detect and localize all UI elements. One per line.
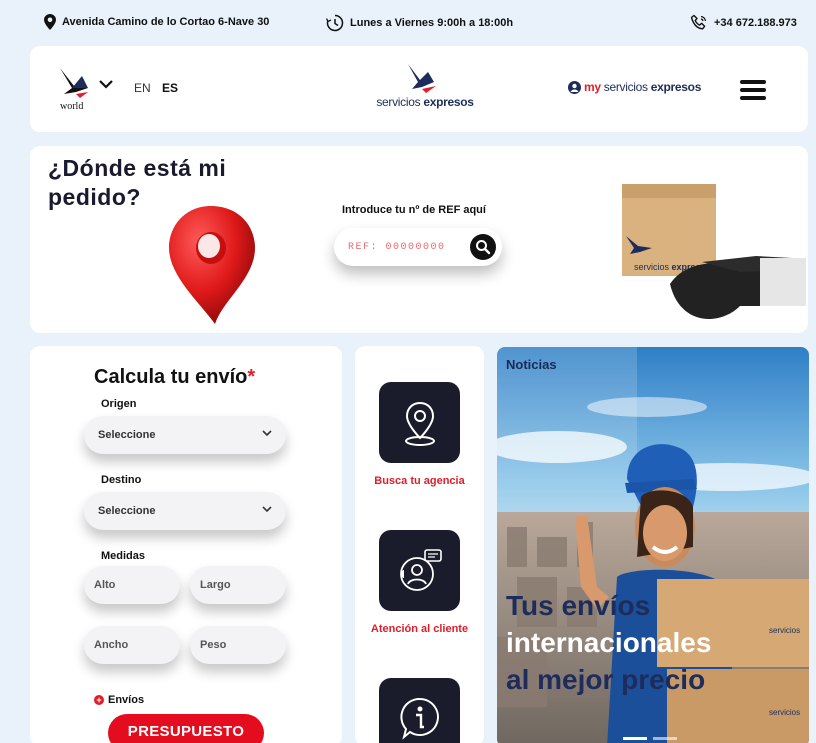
origin-select-value: Seleccione <box>98 429 156 441</box>
phone-text: +34 672.188.973 <box>714 17 797 29</box>
lang-en-link[interactable]: EN <box>134 81 151 95</box>
weight-input[interactable]: Peso <box>190 626 286 664</box>
news-label: Noticias <box>506 357 557 372</box>
phone-icon <box>690 14 707 30</box>
site-header: world EN ES servicios expresos my servic… <box>30 46 808 132</box>
clock-icon <box>326 14 344 32</box>
origin-label: Origen <box>101 398 137 410</box>
height-input[interactable]: Alto <box>84 566 180 604</box>
search-icon <box>476 240 491 255</box>
bird-logo-icon <box>60 68 88 98</box>
headline-line-1: Tus envíos <box>506 590 651 621</box>
my-prefix-text: my <box>584 80 601 94</box>
location-pin-icon <box>404 401 435 446</box>
shipments-toggle[interactable]: + Envíos <box>94 694 144 706</box>
info-icon <box>399 697 439 740</box>
calculator-title-text: Calcula tu envío <box>94 366 248 388</box>
headline-line-3: al mejor precio <box>506 664 706 695</box>
my-brand-text: servicios expresos <box>603 80 702 94</box>
info-button[interactable] <box>379 678 460 743</box>
my-account-link[interactable]: my servicios expresos <box>568 80 701 94</box>
required-mark: * <box>247 366 256 388</box>
shipping-calculator: Calcula tu envío* Origen Seleccione Dest… <box>30 346 342 743</box>
ref-input[interactable] <box>348 238 466 256</box>
height-placeholder: Alto <box>94 579 116 591</box>
find-agency-label[interactable]: Busca tu agencia <box>355 474 484 488</box>
user-icon <box>568 80 581 94</box>
plus-icon: + <box>94 695 104 705</box>
chevron-down-icon[interactable] <box>98 78 114 90</box>
chevron-down-icon <box>262 430 272 437</box>
package-hands-image: servicios expresos <box>560 176 806 326</box>
news-carousel[interactable]: servicios servicios Noticias Tus envíos … <box>497 347 809 743</box>
services-panel: Busca tu agencia Atención al cliente <box>355 346 484 743</box>
hours-text: Lunes a Viernes 9:00h a 18:00h <box>350 17 514 29</box>
shipments-label: Envíos <box>108 694 145 706</box>
length-input[interactable]: Largo <box>190 566 286 604</box>
hamburger-menu-icon[interactable] <box>740 80 766 100</box>
origin-select[interactable]: Seleccione <box>84 416 286 454</box>
brand-bold-text: expresos <box>423 95 474 109</box>
world-logo[interactable]: world <box>58 64 92 114</box>
address-info: Avenida Camino de lo Cortao 6-Nave 30 <box>44 14 269 30</box>
carousel-dot[interactable] <box>653 737 677 740</box>
headline-line-2: internacionales <box>506 627 712 658</box>
find-agency-button[interactable] <box>379 382 460 463</box>
hours-info: Lunes a Viernes 9:00h a 18:00h <box>326 14 513 32</box>
ref-search-box <box>334 228 502 266</box>
carousel-indicators <box>623 737 677 740</box>
order-tracking-panel: ¿Dónde está mi pedido? Introduce tu nº d… <box>30 146 808 333</box>
destination-select-value: Seleccione <box>98 505 156 517</box>
customer-service-label[interactable]: Atención al cliente <box>355 622 484 636</box>
width-input[interactable]: Ancho <box>84 626 180 664</box>
search-button[interactable] <box>470 234 496 260</box>
address-text: Avenida Camino de lo Cortao 6-Nave 30 <box>62 16 270 28</box>
my-brand-light: servicios <box>603 80 651 94</box>
my-brand-bold: expresos <box>650 80 702 94</box>
phone-info[interactable]: +34 672.188.973 <box>690 14 797 32</box>
top-info-bar: Avenida Camino de lo Cortao 6-Nave 30 Lu… <box>0 0 816 46</box>
chevron-down-icon <box>262 506 272 513</box>
quote-button[interactable]: PRESUPUESTO <box>108 714 264 743</box>
brand-wordmark: servicios expresos <box>370 95 480 109</box>
brand-logo[interactable]: servicios expresos <box>370 62 480 118</box>
carousel-dot[interactable] <box>623 737 647 740</box>
length-placeholder: Largo <box>200 579 231 591</box>
red-location-pin-icon <box>169 206 255 324</box>
customer-support-icon <box>399 548 442 591</box>
world-logo-text: world <box>60 101 84 112</box>
customer-service-button[interactable] <box>379 530 460 611</box>
calculator-title: Calcula tu envío* <box>94 366 255 389</box>
bird-logo-icon <box>408 64 436 93</box>
map-pin-icon <box>44 14 56 30</box>
destination-label: Destino <box>101 474 142 486</box>
lang-es-link[interactable]: ES <box>162 81 178 95</box>
width-placeholder: Ancho <box>94 639 129 651</box>
weight-placeholder: Peso <box>200 639 227 651</box>
news-headline[interactable]: Tus envíos internacionales al mejor prec… <box>506 587 806 698</box>
measures-label: Medidas <box>101 550 146 562</box>
brand-light-text: servicios <box>376 95 424 109</box>
news-box-text: servicios <box>769 708 800 717</box>
destination-select[interactable]: Seleccione <box>84 492 286 530</box>
ref-label: Introduce tu nº de REF aquí <box>342 204 486 216</box>
